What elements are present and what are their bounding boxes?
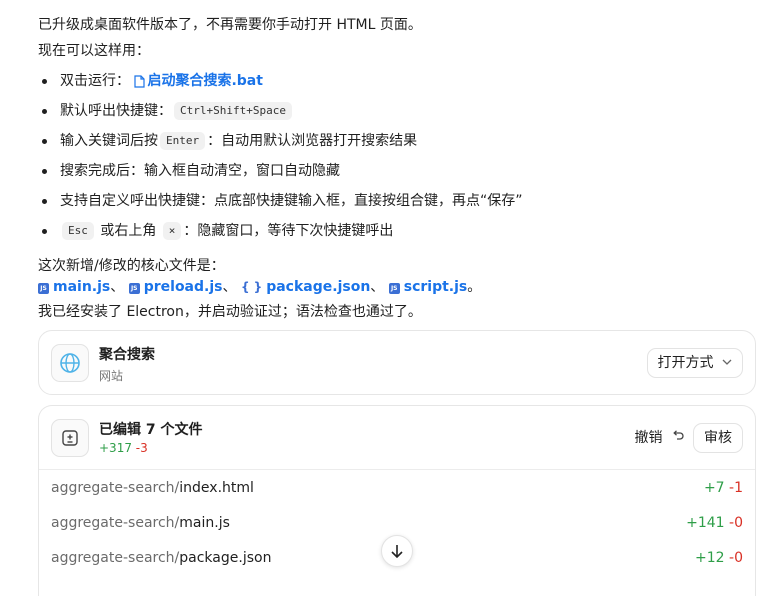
undo-icon: [673, 430, 684, 440]
js-file-icon: JS: [388, 283, 400, 294]
list-item: Esc 或右上角 × ：隐藏窗口，等待下次快捷键呼出: [38, 216, 758, 246]
list-item: 默认呼出快捷键： Ctrl+Shift+Space: [38, 96, 758, 126]
files-intro: 这次新增/修改的核心文件是：: [38, 258, 225, 274]
esc-kbd: Esc: [62, 222, 94, 240]
review-button[interactable]: 审核: [693, 423, 743, 453]
bat-file-link[interactable]: 启动聚合搜索.bat: [134, 73, 263, 89]
diff-icon: [62, 430, 78, 446]
chevron-down-icon: [722, 359, 732, 365]
file-icon: [134, 74, 146, 88]
package-json-link[interactable]: { } package.json: [241, 279, 370, 295]
edits-title: 已编辑 7 个文件: [99, 422, 203, 438]
js-file-icon: JS: [128, 283, 140, 294]
list-item: 输入关键词后按 Enter ：自动用默认浏览器打开搜索结果: [38, 126, 758, 156]
list-item: 双击运行： 启动聚合搜索.bat: [38, 66, 758, 96]
chat-response: 已升级成桌面软件版本了，不再需要你手动打开 HTML 页面。 现在可以这样用： …: [0, 0, 768, 596]
open-with-button[interactable]: 打开方式: [646, 348, 743, 378]
json-file-icon: { }: [240, 280, 263, 294]
script-js-link[interactable]: JS script.js: [388, 279, 467, 295]
arrow-down-icon: [391, 545, 403, 559]
file-row[interactable]: aggregate-search/index.html +7 -1: [51, 471, 743, 506]
js-file-icon: JS: [38, 283, 49, 294]
divider: [39, 469, 755, 470]
message-line-1: 已升级成桌面软件版本了，不再需要你手动打开 HTML 页面。: [38, 17, 422, 33]
closing-text: 我已经安装了 Electron，并启动验证过；语法检查也通过了。: [38, 304, 422, 320]
list-item: 搜索完成后：输入框自动清空，窗口自动隐藏: [38, 156, 758, 186]
shortcut-kbd: Ctrl+Shift+Space: [174, 102, 292, 120]
diff-icon-box: [51, 419, 89, 457]
site-subtitle: 网站: [99, 369, 124, 383]
edits-summary: +317 -3: [99, 441, 148, 455]
enter-kbd: Enter: [160, 132, 206, 150]
files-line: JS main.js、 JS preload.js、 { } package.json…: [38, 276, 481, 296]
undo-button[interactable]: 撤销: [623, 423, 695, 453]
preload-js-link[interactable]: JS preload.js: [128, 279, 222, 295]
globe-icon: [60, 353, 80, 373]
scroll-to-bottom-button[interactable]: [381, 535, 413, 567]
list-item: 支持自定义呼出快捷键：点底部快捷键输入框，直接按组合键，再点“保存”: [38, 186, 758, 216]
globe-icon-box: [51, 344, 89, 382]
main-js-link[interactable]: JS main.js: [38, 279, 110, 295]
usage-list: 双击运行： 启动聚合搜索.bat 默认呼出快捷键： Ctrl+Shift+Spac…: [38, 66, 758, 246]
close-kbd: ×: [162, 222, 182, 240]
site-title: 聚合搜索: [99, 347, 155, 363]
website-card[interactable]: 聚合搜索 网站 打开方式: [38, 330, 756, 395]
message-line-2: 现在可以这样用：: [38, 43, 150, 59]
